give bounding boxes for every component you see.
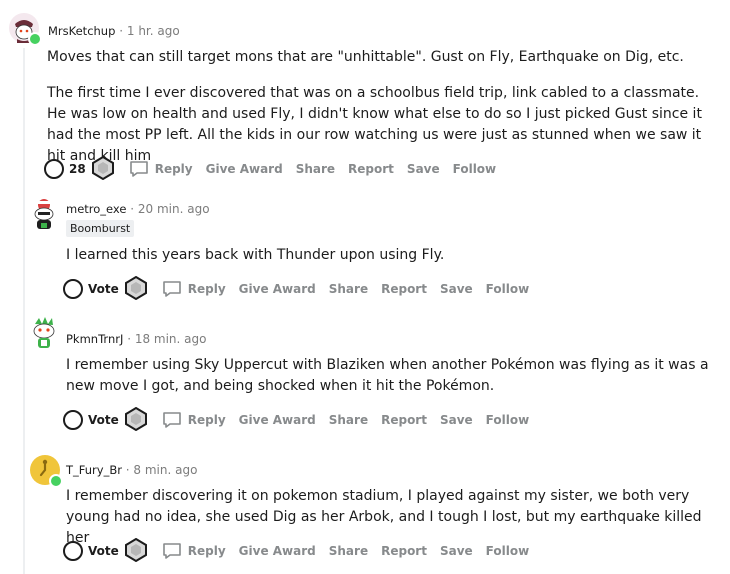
reply-button[interactable]: Reply <box>129 160 193 178</box>
follow-button[interactable]: Follow <box>453 162 497 176</box>
report-button[interactable]: Report <box>381 544 427 558</box>
username[interactable]: PkmnTrnrJ <box>66 332 123 346</box>
report-button[interactable]: Report <box>381 282 427 296</box>
vote-circle-icon[interactable] <box>63 541 83 561</box>
user-flair: Boomburst <box>66 220 135 237</box>
comment-actions: 28 Reply Give Award Share Report Save Fo… <box>44 155 509 183</box>
vote-label[interactable]: Vote <box>88 282 119 296</box>
avatar[interactable] <box>29 316 59 348</box>
reply-bubble-icon <box>162 412 181 428</box>
thread-line[interactable] <box>23 48 25 574</box>
comment-paragraph: The first time I ever discovered that wa… <box>47 85 702 164</box>
save-button[interactable]: Save <box>440 282 473 296</box>
timestamp[interactable]: · 18 min. ago <box>127 332 206 346</box>
vote-circle-icon[interactable] <box>63 410 83 430</box>
vote-score: 28 <box>69 162 86 176</box>
follow-button[interactable]: Follow <box>486 413 530 427</box>
username[interactable]: MrsKetchup <box>48 24 115 38</box>
award-gem-icon[interactable] <box>91 155 115 183</box>
reply-label: Reply <box>187 413 226 427</box>
vote-label[interactable]: Vote <box>88 544 119 558</box>
comment-body: I remember using Sky Uppercut with Blazi… <box>66 355 716 397</box>
avatar[interactable] <box>30 455 63 488</box>
reply-button[interactable]: Reply <box>162 411 226 429</box>
username[interactable]: T_Fury_Br <box>66 463 122 477</box>
vote-circle-icon[interactable] <box>63 279 83 299</box>
save-button[interactable]: Save <box>407 162 440 176</box>
award-gem-icon[interactable] <box>124 275 148 303</box>
award-gem-icon[interactable] <box>124 406 148 434</box>
report-button[interactable]: Report <box>348 162 394 176</box>
reply-button[interactable]: Reply <box>162 542 226 560</box>
report-button[interactable]: Report <box>381 413 427 427</box>
reply-bubble-icon <box>162 543 181 559</box>
give-award-button[interactable]: Give Award <box>206 162 283 176</box>
award-gem-icon[interactable] <box>124 537 148 565</box>
reply-label: Reply <box>187 282 226 296</box>
comment-body: I learned this years back with Thunder u… <box>66 245 716 266</box>
save-button[interactable]: Save <box>440 413 473 427</box>
vote-label[interactable]: Vote <box>88 413 119 427</box>
reply-bubble-icon <box>162 281 181 297</box>
comment-paragraph: I remember using Sky Uppercut with Blazi… <box>66 357 709 394</box>
give-award-button[interactable]: Give Award <box>239 282 316 296</box>
share-button[interactable]: Share <box>329 544 368 558</box>
timestamp[interactable]: · 8 min. ago <box>126 463 198 477</box>
share-button[interactable]: Share <box>329 282 368 296</box>
follow-button[interactable]: Follow <box>486 544 530 558</box>
share-button[interactable]: Share <box>296 162 335 176</box>
timestamp[interactable]: · 1 hr. ago <box>119 24 179 38</box>
online-status-icon <box>28 32 42 46</box>
timestamp[interactable]: · 20 min. ago <box>130 202 209 216</box>
username[interactable]: metro_exe <box>66 202 126 216</box>
online-status-icon <box>49 474 63 488</box>
avatar[interactable] <box>9 13 42 46</box>
vote-circle-icon[interactable] <box>44 159 64 179</box>
reply-label: Reply <box>154 162 193 176</box>
comment-body: Moves that can still target mons that ar… <box>47 47 717 167</box>
comment-paragraph: Moves that can still target mons that ar… <box>47 49 684 65</box>
reply-button[interactable]: Reply <box>162 280 226 298</box>
give-award-button[interactable]: Give Award <box>239 413 316 427</box>
avatar[interactable] <box>29 197 59 229</box>
share-button[interactable]: Share <box>329 413 368 427</box>
comment-actions: Vote Reply Give Award Share Report Save … <box>63 537 542 565</box>
comment-actions: Vote Reply Give Award Share Report Save … <box>63 275 542 303</box>
reply-bubble-icon <box>129 161 148 177</box>
comment-paragraph: I learned this years back with Thunder u… <box>66 247 445 263</box>
follow-button[interactable]: Follow <box>486 282 530 296</box>
reply-label: Reply <box>187 544 226 558</box>
save-button[interactable]: Save <box>440 544 473 558</box>
comment-actions: Vote Reply Give Award Share Report Save … <box>63 406 542 434</box>
give-award-button[interactable]: Give Award <box>239 544 316 558</box>
